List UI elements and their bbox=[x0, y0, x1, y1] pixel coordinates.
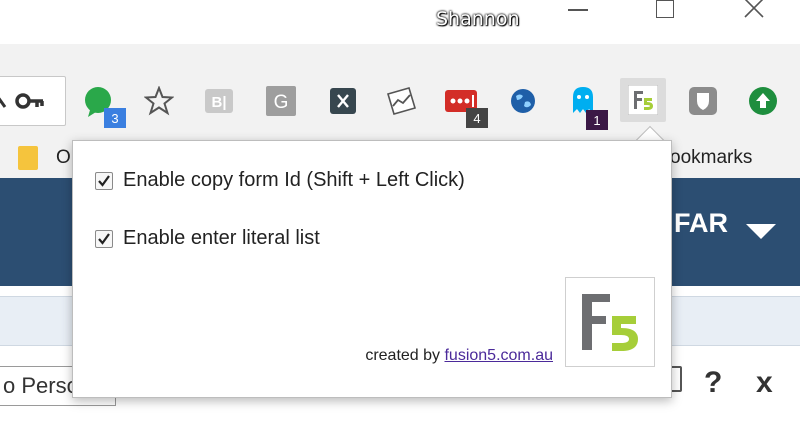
ext-badge: 3 bbox=[104, 108, 126, 128]
g-icon: G bbox=[266, 86, 296, 116]
omnibox[interactable] bbox=[0, 76, 66, 126]
close-window-button[interactable] bbox=[742, 0, 766, 20]
star-icon bbox=[144, 86, 174, 116]
profile-name[interactable]: Shannon bbox=[436, 8, 520, 30]
ext-globe[interactable] bbox=[506, 84, 540, 118]
search-icon bbox=[0, 97, 7, 108]
fusion5-logo bbox=[565, 277, 655, 367]
header-title: FAR bbox=[674, 208, 728, 238]
help-icon[interactable]: ? bbox=[704, 366, 722, 400]
ext-g[interactable]: G bbox=[264, 84, 298, 118]
upload-icon bbox=[749, 87, 777, 115]
ext-lastpass[interactable]: 4 bbox=[444, 84, 488, 128]
checkmark-icon bbox=[98, 232, 110, 245]
close-icon[interactable]: x bbox=[756, 366, 773, 400]
svg-text:B|: B| bbox=[211, 94, 226, 111]
ext-shield[interactable] bbox=[686, 84, 720, 118]
literal-list-checkbox[interactable] bbox=[95, 229, 113, 248]
ext-badge: 1 bbox=[586, 110, 608, 130]
shield-icon bbox=[689, 87, 717, 115]
bookmark-label[interactable]: O bbox=[56, 147, 71, 169]
ext-ghostery[interactable]: 1 bbox=[566, 84, 608, 130]
credit-prefix: created by bbox=[365, 347, 441, 364]
title-bar: Shannon bbox=[0, 0, 800, 44]
key-icon[interactable] bbox=[15, 89, 45, 113]
f5-logo-icon bbox=[582, 294, 638, 351]
browser-toolbar: 3 B| G 4 1 bbox=[0, 44, 800, 150]
bi-icon: B| bbox=[205, 89, 233, 113]
dropdown-caret-icon[interactable] bbox=[746, 224, 776, 239]
ext-bookmark-star[interactable] bbox=[142, 84, 176, 118]
minimize-button[interactable] bbox=[568, 9, 588, 11]
checkmark-icon bbox=[98, 174, 110, 187]
fusion5-link[interactable]: fusion5.com.au bbox=[444, 347, 553, 364]
copy-form-id-checkbox[interactable] bbox=[95, 171, 113, 190]
ext-fusion5[interactable] bbox=[620, 78, 666, 122]
globe-icon bbox=[511, 89, 535, 113]
ext-badge: 4 bbox=[466, 108, 488, 128]
ext-x[interactable] bbox=[326, 84, 360, 118]
other-bookmarks-label[interactable]: ookmarks bbox=[670, 147, 752, 169]
x-icon bbox=[330, 88, 356, 114]
ext-upload[interactable] bbox=[746, 84, 780, 118]
option-enter-literal-list[interactable]: Enable enter literal list bbox=[95, 227, 320, 250]
credit-line: created by fusion5.com.au bbox=[365, 347, 553, 365]
extension-popup: Enable copy form Id (Shift + Left Click)… bbox=[72, 140, 672, 398]
svg-text:G: G bbox=[274, 92, 289, 113]
f5-icon bbox=[628, 85, 658, 115]
maximize-button[interactable] bbox=[656, 0, 674, 18]
copy-form-id-label: Enable copy form Id (Shift + Left Click) bbox=[123, 169, 465, 191]
literal-list-label: Enable enter literal list bbox=[123, 227, 320, 249]
ext-bi[interactable]: B| bbox=[202, 84, 236, 118]
chart-icon bbox=[387, 87, 416, 115]
ext-chart[interactable] bbox=[384, 84, 418, 118]
folder-icon[interactable] bbox=[18, 146, 38, 170]
option-copy-form-id[interactable]: Enable copy form Id (Shift + Left Click) bbox=[95, 169, 465, 192]
ext-green-chat[interactable]: 3 bbox=[82, 84, 126, 128]
